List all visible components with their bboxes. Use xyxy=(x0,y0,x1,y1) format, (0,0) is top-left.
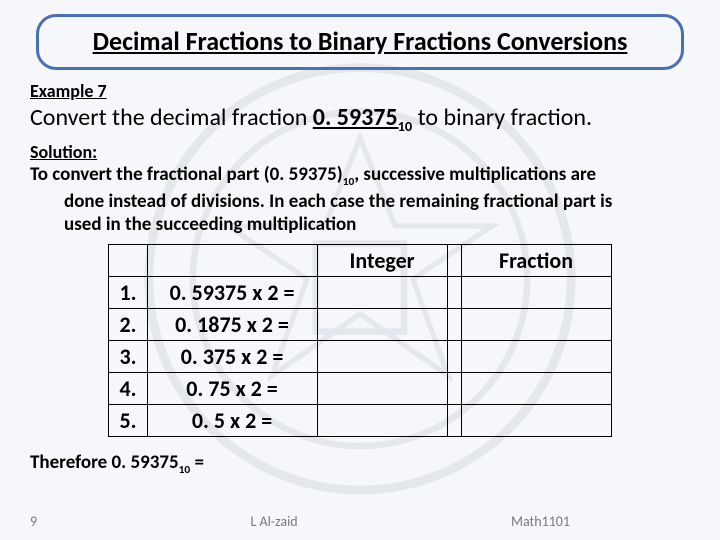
table-row: 5. 0. 5 x 2 = xyxy=(109,405,611,437)
solution-label: Solution: xyxy=(30,141,690,163)
table-header-row: Integer Fraction xyxy=(109,245,611,277)
table-row: 4. 0. 75 x 2 = xyxy=(109,373,611,405)
col-integer: Integer xyxy=(317,245,447,277)
prompt-value: 0. 5937510 xyxy=(313,103,412,132)
table-row: 1. 0. 59375 x 2 = xyxy=(109,277,611,309)
footer-course: Math1101 xyxy=(511,513,690,530)
slide: Decimal Fractions to Binary Fractions Co… xyxy=(0,0,720,540)
footer-author: L Al-zaid xyxy=(37,513,511,530)
example-label: Example 7 xyxy=(30,80,690,102)
solution-explanation: To convert the fractional part (0. 59375… xyxy=(30,163,690,236)
prompt-post: to binary fraction. xyxy=(412,103,592,132)
page-number: 9 xyxy=(30,513,37,530)
col-fraction: Fraction xyxy=(461,245,611,277)
slide-title: Decimal Fractions to Binary Fractions Co… xyxy=(53,27,667,57)
table-row: 3. 0. 375 x 2 = xyxy=(109,341,611,373)
conclusion: Therefore 0. 5937510 = xyxy=(30,451,690,477)
problem-prompt: Convert the decimal fraction 0. 5937510 … xyxy=(30,104,690,135)
title-box: Decimal Fractions to Binary Fractions Co… xyxy=(36,14,684,70)
calculation-table: Integer Fraction 1. 0. 59375 x 2 = 2. 0.… xyxy=(108,244,611,437)
prompt-pre: Convert the decimal fraction xyxy=(30,103,313,132)
footer: 9 L Al-zaid Math1101 xyxy=(30,513,690,530)
table-row: 2. 0. 1875 x 2 = xyxy=(109,309,611,341)
